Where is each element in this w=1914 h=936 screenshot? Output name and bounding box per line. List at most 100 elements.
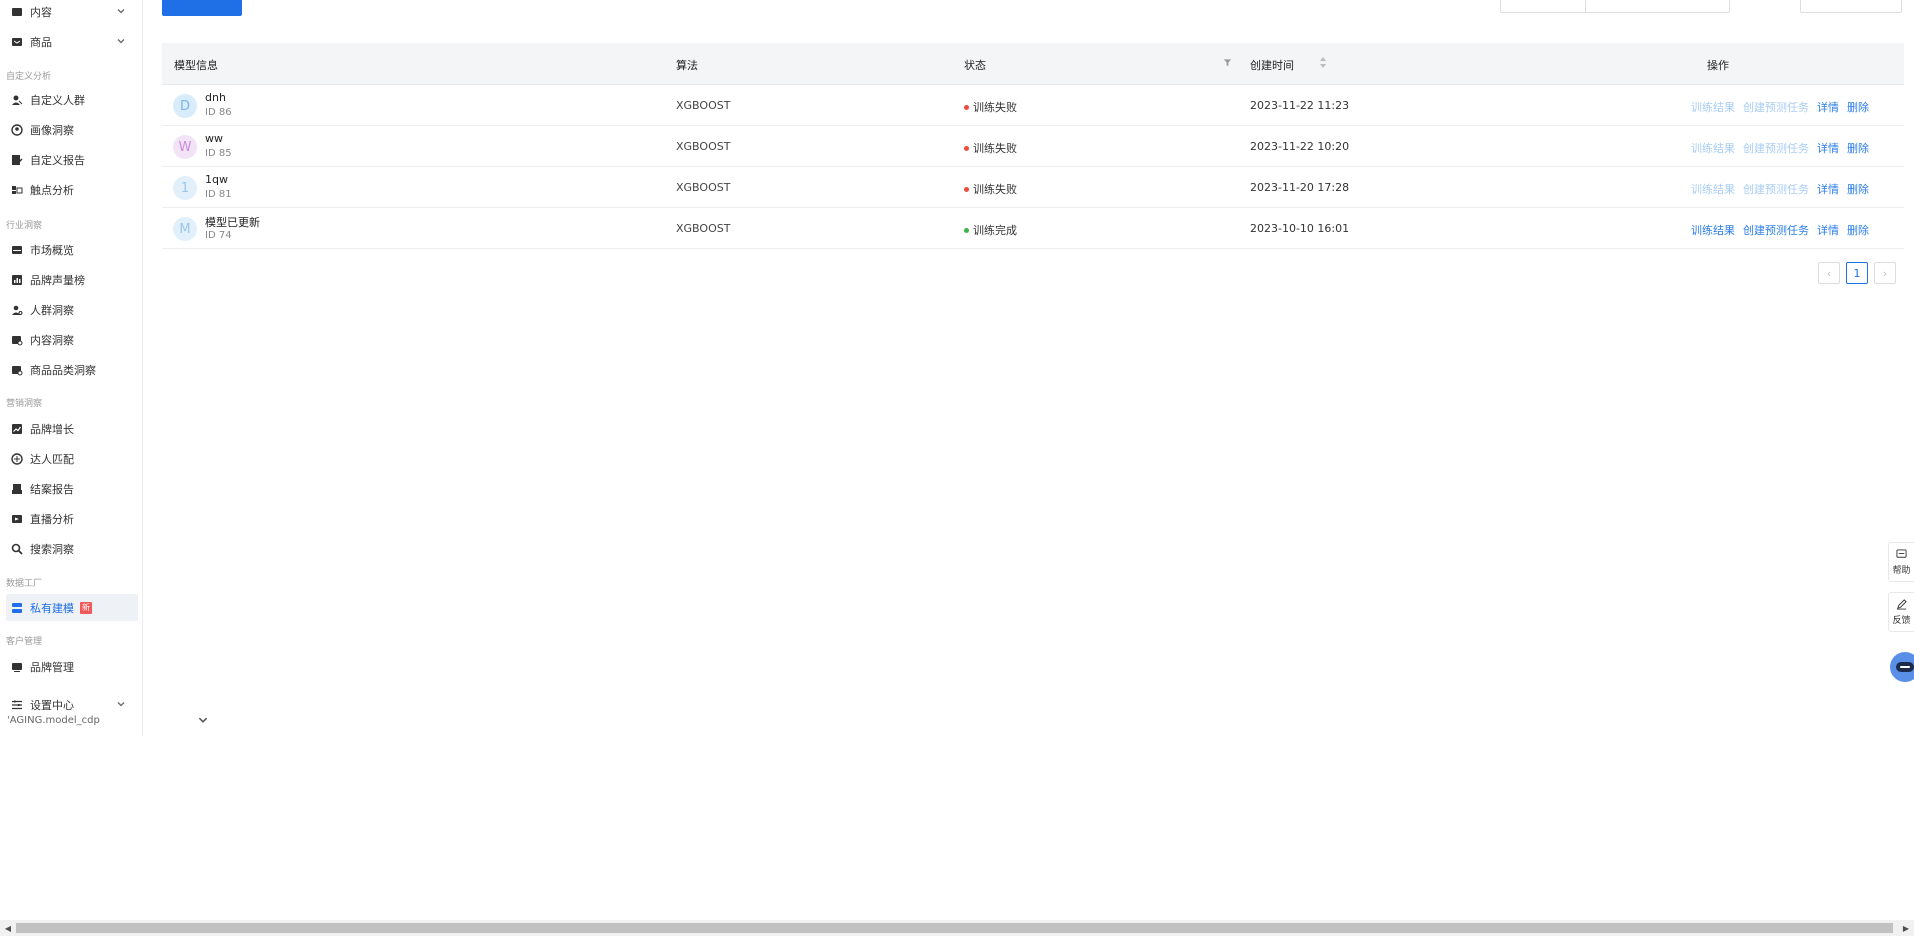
prev-page-button[interactable]: ‹ xyxy=(1818,262,1840,284)
sidebar-item-brand-manage[interactable]: 品牌管理 xyxy=(6,653,138,680)
training-result-link[interactable]: 训练结果 xyxy=(1691,140,1735,156)
model-id: ID 81 xyxy=(205,189,232,200)
status-cell: 训练失败 xyxy=(964,99,1017,115)
model-avatar: D xyxy=(173,94,197,118)
new-badge: 新 xyxy=(80,601,92,614)
feedback-button[interactable]: 反馈 xyxy=(1888,592,1914,632)
sidebar-item-label: 品牌管理 xyxy=(30,660,74,674)
status-cell: 训练失败 xyxy=(964,181,1017,197)
chevron-down-icon[interactable] xyxy=(116,6,126,16)
search-control[interactable] xyxy=(1800,0,1902,13)
brand-volume-icon xyxy=(11,274,23,286)
model-avatar: M xyxy=(173,217,197,241)
sidebar-item-crowd-insight[interactable]: 人群洞察 xyxy=(6,296,138,323)
environment-label: 'AGING.model_cdp xyxy=(7,715,100,726)
table-row: W ww ID 85 XGBOOST 训练失败 2023-11-22 10:20… xyxy=(162,126,1904,167)
sidebar-item-label: 搜索洞察 xyxy=(30,542,74,556)
training-result-link[interactable]: 训练结果 xyxy=(1691,99,1735,115)
delete-link[interactable]: 删除 xyxy=(1847,99,1869,115)
feedback-label: 反馈 xyxy=(1892,615,1911,626)
create-model-button[interactable] xyxy=(162,0,242,16)
sidebar-item-goods[interactable]: 商品 xyxy=(6,28,138,55)
assistant-bot-icon[interactable] xyxy=(1890,652,1914,682)
sidebar-item-market[interactable]: 市场概览 xyxy=(6,236,138,263)
sidebar-item-label: 品牌声量榜 xyxy=(30,273,85,287)
sidebar-item-touchpoint[interactable]: 触点分析 xyxy=(6,176,138,203)
status-text: 训练完成 xyxy=(973,224,1017,237)
detail-link[interactable]: 详情 xyxy=(1817,222,1839,238)
delete-link[interactable]: 删除 xyxy=(1847,181,1869,197)
horizontal-scrollbar[interactable]: ◀ ▶ xyxy=(0,920,1914,936)
touchpoint-icon xyxy=(11,184,23,196)
create-prediction-task-link[interactable]: 创建预测任务 xyxy=(1743,99,1809,115)
sidebar-item-category-insight[interactable]: 商品品类洞察 xyxy=(6,356,138,383)
model-id: ID 85 xyxy=(205,148,232,159)
sidebar-item-content-insight[interactable]: 内容洞察 xyxy=(6,326,138,353)
category-insight-icon xyxy=(11,364,23,376)
sidebar-item-label: 达人匹配 xyxy=(30,452,74,466)
table-row: M 模型已更新 ID 74 XGBOOST 训练完成 2023-10-10 16… xyxy=(162,208,1904,249)
sidebar-item-portrait[interactable]: 画像洞察 xyxy=(6,116,138,143)
sidebar-item-live[interactable]: 直播分析 xyxy=(6,505,138,532)
sidebar-item-label: 品牌增长 xyxy=(30,422,74,436)
custom-crowd-icon xyxy=(11,94,23,106)
status-dot xyxy=(964,104,969,110)
sidebar-item-brand-growth[interactable]: 品牌增长 xyxy=(6,415,138,442)
header-created-time: 创建时间 xyxy=(1250,59,1294,72)
detail-link[interactable]: 详情 xyxy=(1817,181,1839,197)
content-icon xyxy=(11,6,23,18)
filter-control[interactable] xyxy=(1500,0,1730,13)
actions-cell: 训练结果 创建预测任务 详情 删除 xyxy=(1691,140,1869,156)
training-result-link[interactable]: 训练结果 xyxy=(1691,222,1735,238)
filter-icon[interactable] xyxy=(1223,58,1232,67)
section-data-factory: 数据工厂 xyxy=(6,579,43,589)
sidebar-item-influencer[interactable]: 达人匹配 xyxy=(6,445,138,472)
sidebar-item-custom-crowd[interactable]: 自定义人群 xyxy=(6,86,138,113)
sort-icon[interactable] xyxy=(1319,56,1327,69)
sidebar-item-label: 触点分析 xyxy=(30,183,74,197)
training-result-link[interactable]: 训练结果 xyxy=(1691,181,1735,197)
sidebar-item-custom-report[interactable]: 自定义报告 xyxy=(6,146,138,173)
delete-link[interactable]: 删除 xyxy=(1847,140,1869,156)
chevron-down-icon[interactable] xyxy=(116,36,126,46)
app-window: 内容 商品 自定义分析 自定义人群 画像洞察 自定义报告 触点分析 行业洞察 市… xyxy=(0,0,1914,736)
delete-link[interactable]: 删除 xyxy=(1847,222,1869,238)
sidebar-item-label: 自定义人群 xyxy=(30,93,85,107)
model-id: ID 74 xyxy=(205,230,232,241)
sidebar-item-label: 结案报告 xyxy=(30,482,74,496)
sidebar-item-label: 内容 xyxy=(30,5,52,19)
sidebar: 内容 商品 自定义分析 自定义人群 画像洞察 自定义报告 触点分析 行业洞察 市… xyxy=(0,0,143,736)
sidebar-item-label: 内容洞察 xyxy=(30,333,74,347)
header-algorithm: 算法 xyxy=(676,59,698,72)
create-prediction-task-link[interactable]: 创建预测任务 xyxy=(1743,181,1809,197)
header-model-info: 模型信息 xyxy=(174,59,218,72)
table-row: 1 1qw ID 81 XGBOOST 训练失败 2023-11-20 17:2… xyxy=(162,167,1904,208)
crowd-insight-icon xyxy=(11,304,23,316)
sidebar-item-closing-report[interactable]: 结案报告 xyxy=(6,475,138,502)
scroll-right-arrow-icon[interactable]: ▶ xyxy=(1901,923,1911,933)
sidebar-item-settings[interactable]: 设置中心 xyxy=(6,691,138,718)
sidebar-item-brand-volume[interactable]: 品牌声量榜 xyxy=(6,266,138,293)
modeling-icon xyxy=(11,602,23,614)
help-button[interactable]: 帮助 xyxy=(1888,542,1914,582)
next-page-button[interactable]: › xyxy=(1874,262,1896,284)
edit-icon xyxy=(1896,598,1907,610)
detail-link[interactable]: 详情 xyxy=(1817,99,1839,115)
sidebar-item-content[interactable]: 内容 xyxy=(6,0,138,25)
create-prediction-task-link[interactable]: 创建预测任务 xyxy=(1743,222,1809,238)
scroll-left-arrow-icon[interactable]: ◀ xyxy=(3,923,13,933)
table-row: D dnh ID 86 XGBOOST 训练失败 2023-11-22 11:2… xyxy=(162,85,1904,126)
detail-link[interactable]: 详情 xyxy=(1817,140,1839,156)
actions-cell: 训练结果 创建预测任务 详情 删除 xyxy=(1691,181,1869,197)
status-cell: 训练失败 xyxy=(964,140,1017,156)
section-customer-manage: 客户管理 xyxy=(6,637,43,647)
model-avatar: 1 xyxy=(173,176,197,200)
create-prediction-task-link[interactable]: 创建预测任务 xyxy=(1743,140,1809,156)
chevron-down-icon[interactable] xyxy=(116,699,126,709)
sidebar-item-private-modeling[interactable]: 私有建模 新 xyxy=(6,594,138,621)
status-cell: 训练完成 xyxy=(964,222,1017,238)
scrollbar-thumb[interactable] xyxy=(16,923,1893,933)
sidebar-item-search-insight[interactable]: 搜索洞察 xyxy=(6,535,138,562)
page-number-button[interactable]: 1 xyxy=(1846,262,1868,284)
section-industry-insight: 行业洞察 xyxy=(6,221,43,231)
